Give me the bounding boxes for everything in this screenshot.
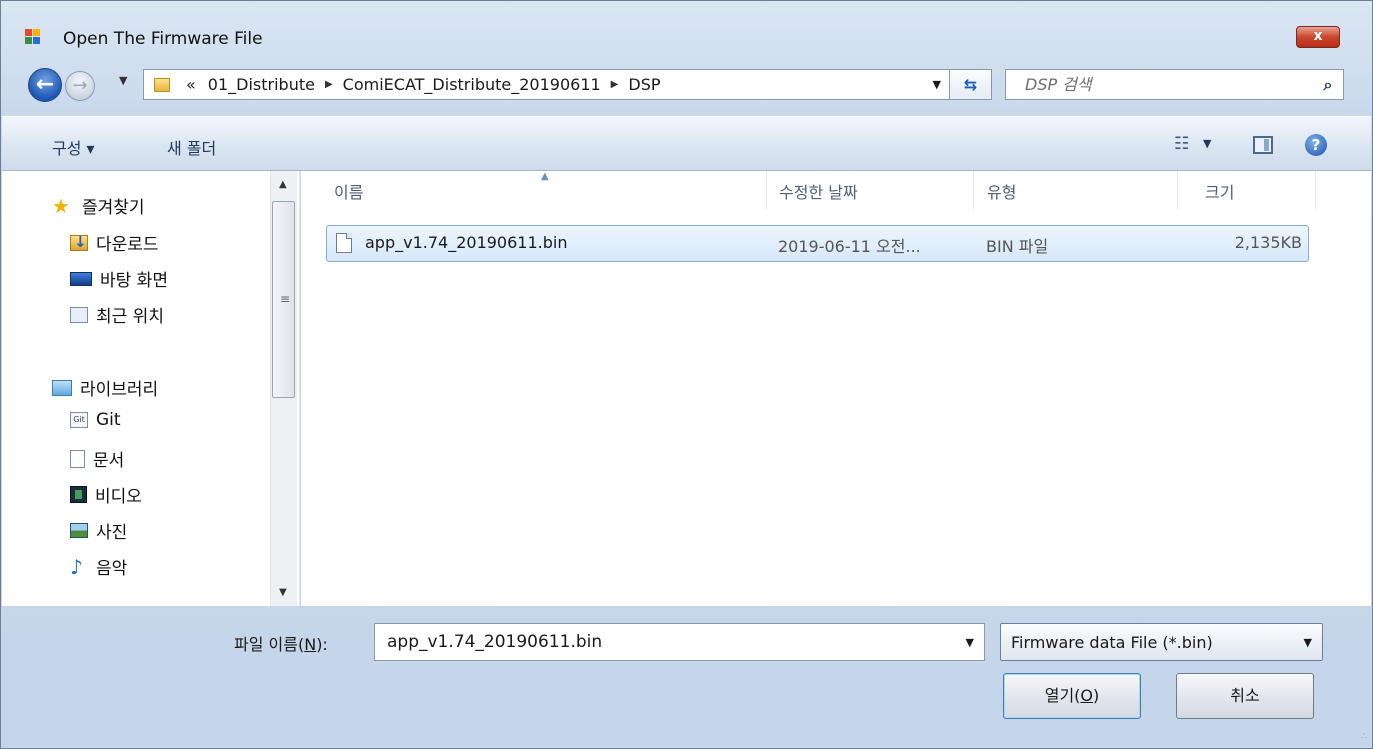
breadcrumb-item[interactable]: ComiECAT_Distribute_20190611: [343, 75, 601, 94]
sidebar-item-desktop[interactable]: 바탕 화면: [70, 266, 168, 291]
open-button[interactable]: 열기(O): [1003, 673, 1141, 719]
sidebar-item-documents[interactable]: 문서: [70, 446, 124, 471]
recent-places-icon: [70, 306, 88, 323]
close-icon: x: [1313, 28, 1323, 44]
breadcrumb-overflow[interactable]: «: [186, 75, 196, 94]
organize-button[interactable]: 구성 ▾: [52, 135, 95, 159]
music-icon: ♪: [70, 554, 83, 579]
file-date: 2019-06-11 오전...: [778, 237, 921, 256]
scroll-up-icon[interactable]: ▲: [279, 179, 287, 190]
app-icon: [25, 29, 41, 45]
column-divider[interactable]: [766, 171, 767, 209]
downloads-folder-icon: [70, 233, 88, 251]
column-header-type[interactable]: 유형: [987, 179, 1016, 203]
breadcrumb-item[interactable]: DSP: [628, 75, 660, 94]
column-header-size[interactable]: 크기: [1205, 179, 1234, 203]
cancel-button[interactable]: 취소: [1176, 673, 1314, 719]
arrow-right-icon: →: [72, 75, 88, 96]
sidebar-item-label: 최근 위치: [96, 307, 164, 327]
scroll-thumb[interactable]: ≡: [272, 201, 295, 398]
window-title: Open The Firmware File: [63, 29, 263, 49]
navigation-scrollbar[interactable]: ▲ ≡ ▼: [270, 171, 297, 606]
arrow-left-icon: ←: [35, 72, 55, 97]
chevron-right-icon[interactable]: ▶: [611, 79, 619, 90]
command-bar: 구성 ▾ 새 폴더 ☷ ▼ ?: [2, 116, 1371, 171]
breadcrumb[interactable]: « 01_Distribute ▶ ComiECAT_Distribute_20…: [143, 69, 950, 100]
chevron-down-icon[interactable]: ▼: [933, 78, 941, 91]
sidebar-item-label: 바탕 화면: [100, 271, 168, 291]
title-bar: Open The Firmware File x: [1, 1, 1372, 49]
new-folder-button[interactable]: 새 폴더: [167, 135, 216, 159]
file-name: app_v1.74_20190611.bin: [365, 233, 568, 252]
grip-icon: ≡: [280, 292, 291, 306]
resize-grip-icon[interactable]: ∴: [1361, 732, 1367, 742]
sidebar-item-pictures[interactable]: 사진: [70, 518, 127, 543]
search-icon[interactable]: ⌕: [1313, 75, 1343, 95]
sidebar-item-label: Git: [96, 410, 121, 430]
sidebar-item-label: 다운로드: [96, 235, 159, 255]
column-divider[interactable]: [1315, 171, 1316, 209]
file-size: 2,135KB: [1234, 233, 1302, 252]
column-divider[interactable]: [973, 171, 974, 209]
star-icon: ★: [52, 193, 70, 218]
desktop-icon: [70, 271, 92, 286]
view-options-icon[interactable]: ☷: [1174, 134, 1189, 154]
close-button[interactable]: x: [1296, 26, 1340, 48]
folder-icon: [154, 77, 170, 92]
file-row[interactable]: app_v1.74_20190611.bin 2019-06-11 오전... …: [326, 225, 1309, 262]
recent-pages-dropdown[interactable]: ▼: [119, 74, 127, 87]
filename-label: 파일 이름(N):: [234, 635, 328, 654]
refresh-icon: ⇆: [963, 75, 978, 94]
chevron-down-icon[interactable]: ▼: [1203, 137, 1211, 150]
navigation-pane: ★ 즐겨찾기 다운로드 바탕 화면 최근 위치 라이브러리 Git Git 문서: [2, 171, 300, 606]
preview-pane-icon[interactable]: [1253, 136, 1273, 154]
pictures-icon: [70, 523, 88, 538]
file-list: ▲ 이름 수정한 날짜 유형 크기 app_v1.74_20190611.bin…: [301, 171, 1371, 606]
documents-icon: [70, 449, 85, 468]
chevron-right-icon[interactable]: ▶: [325, 79, 333, 90]
sidebar-item-git[interactable]: Git Git: [70, 410, 121, 430]
chevron-down-icon[interactable]: ▼: [966, 636, 974, 649]
open-file-dialog: Open The Firmware File x ← → ▼ « 01_Dist…: [0, 0, 1373, 749]
filename-field[interactable]: app_v1.74_20190611.bin ▼: [374, 623, 985, 661]
sidebar-item-libraries[interactable]: 라이브러리: [52, 375, 158, 400]
sidebar-item-label: 비디오: [95, 487, 142, 507]
sidebar-item-videos[interactable]: 비디오: [70, 482, 142, 507]
sidebar-item-label: 라이브러리: [80, 380, 159, 400]
column-divider[interactable]: [1177, 171, 1178, 209]
column-header-date[interactable]: 수정한 날짜: [779, 179, 858, 203]
back-button[interactable]: ←: [28, 68, 62, 102]
sidebar-item-label: 즐겨찾기: [82, 198, 145, 218]
sidebar-item-music[interactable]: ♪ 음악: [70, 554, 128, 580]
filename-value: app_v1.74_20190611.bin: [387, 632, 603, 652]
file-type-filter-value: Firmware data File (*.bin): [1011, 632, 1213, 652]
column-header-name[interactable]: 이름: [334, 179, 363, 203]
breadcrumb-item[interactable]: 01_Distribute: [208, 75, 315, 94]
sidebar-item-downloads[interactable]: 다운로드: [70, 230, 159, 255]
sidebar-item-label: 음악: [96, 559, 128, 579]
sort-ascending-icon: ▲: [541, 171, 549, 182]
forward-button[interactable]: →: [65, 71, 95, 101]
refresh-button[interactable]: ⇆: [950, 69, 992, 100]
file-type: BIN 파일: [986, 237, 1049, 256]
search-box: ⌕: [1005, 69, 1344, 100]
sidebar-item-label: 문서: [93, 451, 125, 471]
file-type-filter[interactable]: Firmware data File (*.bin) ▼: [1000, 623, 1323, 661]
file-icon: [336, 233, 352, 253]
git-library-icon: Git: [70, 412, 88, 428]
videos-icon: [70, 486, 87, 503]
sidebar-item-label: 사진: [96, 523, 128, 543]
sidebar-item-recent-places[interactable]: 최근 위치: [70, 302, 164, 327]
chevron-down-icon[interactable]: ▼: [1304, 636, 1312, 649]
sidebar-item-favorites[interactable]: ★ 즐겨찾기: [52, 193, 145, 219]
library-icon: [52, 379, 72, 396]
scroll-down-icon[interactable]: ▼: [279, 587, 287, 598]
help-icon[interactable]: ?: [1305, 134, 1327, 156]
search-input[interactable]: [1006, 70, 1313, 99]
